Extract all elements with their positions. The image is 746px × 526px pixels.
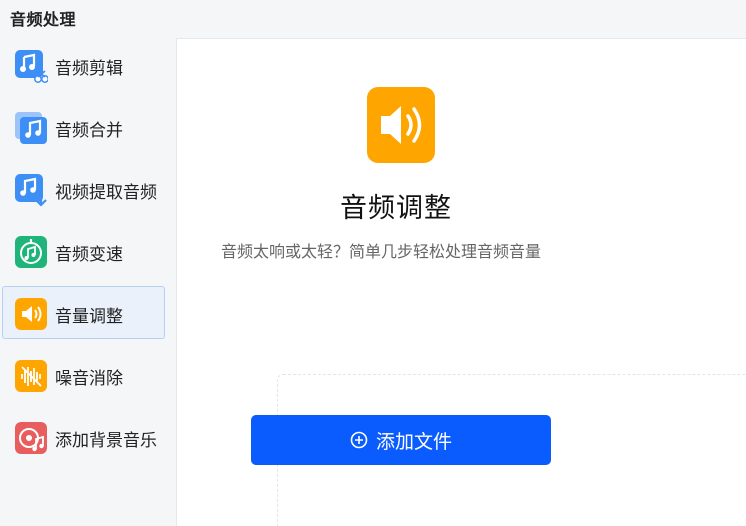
audio-merge-icon	[14, 111, 48, 145]
audio-speed-icon	[14, 235, 48, 269]
page-title: 音频调整	[340, 193, 452, 224]
sidebar-item-background-music[interactable]: 添加背景音乐	[2, 410, 165, 463]
app-window: 音频处理 音频剪辑 音频合并 视频提取音频 音频变速 音量调整 噪音消除 添加背…	[0, 0, 746, 526]
volume-icon	[367, 87, 435, 163]
sidebar-item-audio-merge[interactable]: 音频合并	[2, 100, 165, 153]
volume-icon	[14, 297, 48, 331]
add-file-button[interactable]: 添加文件	[251, 415, 551, 465]
plus-circle-icon	[350, 431, 368, 449]
audio-cut-icon	[14, 49, 48, 83]
sidebar-item-extract-audio[interactable]: 视频提取音频	[2, 162, 165, 215]
sidebar-item-label: 音频合并	[55, 121, 123, 141]
sidebar-item-audio-speed[interactable]: 音频变速	[2, 224, 165, 277]
sidebar-item-volume[interactable]: 音量调整	[2, 286, 165, 339]
sidebar-item-label: 添加背景音乐	[55, 431, 157, 451]
sidebar-item-noise-remove[interactable]: 噪音消除	[2, 348, 165, 401]
sidebar-item-label: 音频剪辑	[55, 59, 123, 79]
page-subtitle: 音频太响或太轻？简单几步轻松处理音频音量	[221, 242, 542, 261]
sidebar-item-audio-cut[interactable]: 音频剪辑	[2, 38, 165, 91]
section-title: 音频处理	[10, 10, 77, 29]
sidebar: 音频剪辑 音频合并 视频提取音频 音频变速 音量调整 噪音消除 添加背景音乐	[0, 38, 176, 526]
sidebar-item-label: 音量调整	[55, 307, 123, 327]
noise-remove-icon	[14, 359, 48, 393]
background-music-icon	[14, 421, 48, 455]
add-file-label: 添加文件	[375, 430, 452, 453]
extract-audio-icon	[14, 173, 48, 207]
sidebar-item-label: 音频变速	[55, 245, 123, 265]
sidebar-item-label: 视频提取音频	[55, 183, 157, 203]
sidebar-item-label: 噪音消除	[55, 369, 123, 389]
